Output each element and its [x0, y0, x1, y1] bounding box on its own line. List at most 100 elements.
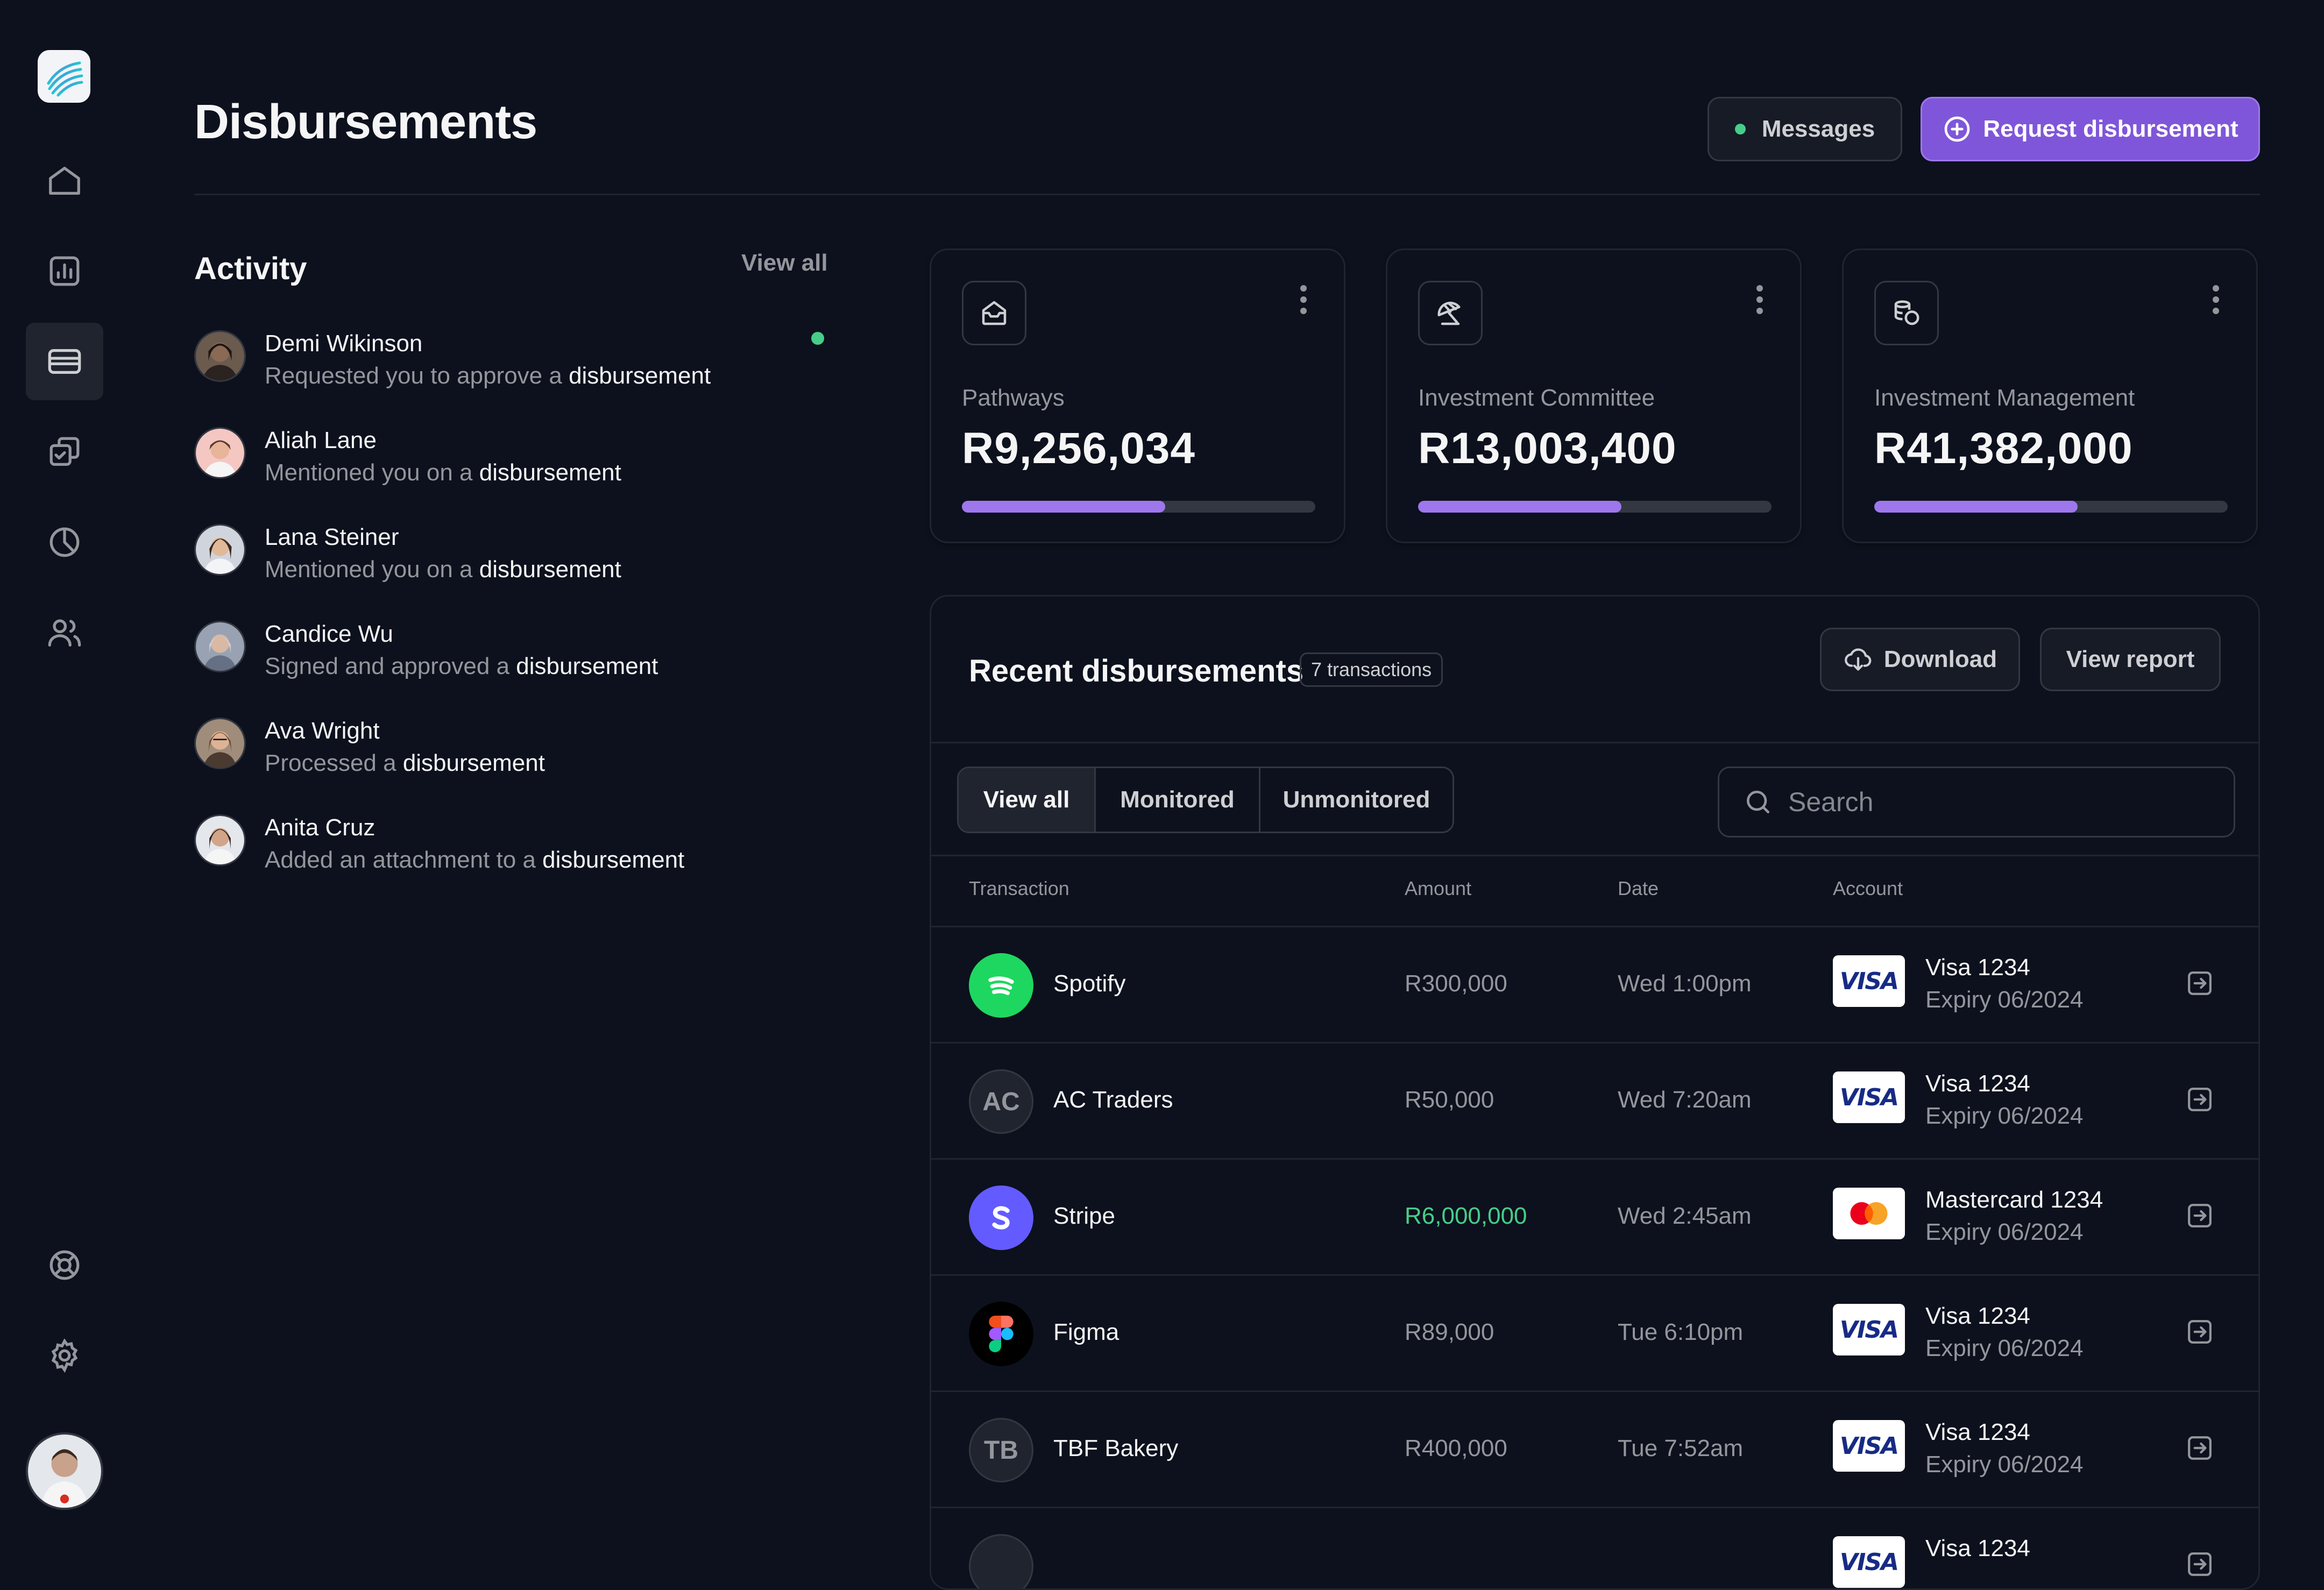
activity-view-all-link[interactable]: View all — [741, 250, 828, 276]
request-disbursement-button[interactable]: Request disbursement — [1921, 97, 2260, 161]
activity-object-link[interactable]: disbursement — [479, 556, 621, 583]
view-report-button[interactable]: View report — [2040, 628, 2221, 691]
activity-description: Added an attachment to a disbursement — [265, 847, 684, 874]
app-logo[interactable] — [38, 50, 90, 103]
account-expiry: Expiry 06/2024 — [1925, 986, 2084, 1013]
account-name: Visa 1234 — [1925, 1303, 2030, 1329]
open-arrow-icon[interactable] — [2185, 1201, 2215, 1231]
column-header-account[interactable]: Account — [1833, 877, 1903, 900]
activity-object-link[interactable]: disbursement — [403, 750, 545, 776]
filter-view-all[interactable]: View all — [959, 768, 1094, 832]
nav-users[interactable] — [26, 594, 103, 671]
activity-title: Activity — [194, 251, 307, 286]
sidebar — [0, 0, 129, 1557]
open-arrow-icon[interactable] — [2185, 1549, 2215, 1579]
metric-progress-fill — [1874, 501, 2078, 513]
table-row[interactable]: AC AC Traders R50,000 Wed 7:20am VISA Vi… — [931, 1042, 2258, 1158]
activity-item[interactable]: Lana Steiner Mentioned you on a disburse… — [194, 524, 829, 599]
gear-icon — [51, 1338, 78, 1373]
search-input[interactable] — [1787, 786, 2198, 818]
activity-item[interactable]: Aliah Lane Mentioned you on a disburseme… — [194, 427, 829, 502]
transaction-amount: R50,000 — [1405, 1087, 1494, 1113]
metric-label: Investment Management — [1874, 385, 2135, 411]
account-expiry: Expiry 06/2024 — [1925, 1219, 2084, 1245]
transaction-amount: R89,000 — [1405, 1319, 1494, 1345]
header-divider — [194, 194, 2260, 195]
transaction-name: TBF Bakery — [1053, 1435, 1179, 1461]
activity-object-link[interactable]: disbursement — [569, 363, 711, 389]
table-row[interactable]: Figma R89,000 Tue 6:10pm VISA Visa 1234 … — [931, 1274, 2258, 1390]
home-icon — [49, 167, 80, 195]
table-row[interactable]: VISA Visa 1234 — [931, 1507, 2258, 1588]
avatar — [194, 427, 246, 479]
transaction-name: Figma — [1053, 1319, 1120, 1345]
more-vertical-icon[interactable] — [1295, 283, 1312, 316]
nav-disbursements[interactable] — [26, 323, 103, 400]
activity-action-text: Mentioned you on a — [265, 556, 479, 583]
table-row[interactable]: Spotify R300,000 Wed 1:00pm VISA Visa 12… — [931, 926, 2258, 1042]
table-row[interactable]: Stripe R6,000,000 Wed 2:45am Mastercard … — [931, 1158, 2258, 1274]
logo-icon — [47, 61, 83, 97]
mastercard-icon — [1850, 1202, 1888, 1225]
filter-monitored[interactable]: Monitored — [1094, 768, 1259, 832]
visa-card-logo: VISA — [1833, 1536, 1905, 1588]
activity-action-text: Added an attachment to a — [265, 847, 543, 873]
users-icon — [48, 619, 81, 647]
nav-reports[interactable] — [26, 503, 103, 581]
nav-settings[interactable] — [26, 1317, 103, 1394]
user-avatar[interactable] — [26, 1432, 103, 1510]
activity-name: Lana Steiner — [265, 524, 399, 550]
nav-dashboard[interactable] — [26, 232, 103, 310]
more-vertical-icon[interactable] — [2208, 283, 2224, 316]
metric-card-investment-management[interactable]: Investment Management R41,382,000 — [1842, 249, 2258, 543]
nav-tasks[interactable] — [26, 413, 103, 491]
download-label: Download — [1883, 646, 1997, 672]
messages-button[interactable]: Messages — [1707, 97, 1902, 161]
activity-item[interactable]: Ava Wright Processed a disbursement — [194, 718, 829, 793]
card-brand-text: VISA — [1839, 1548, 1899, 1576]
metric-card-pathways[interactable]: Pathways R9,256,034 — [930, 249, 1345, 543]
more-vertical-icon[interactable] — [1752, 283, 1768, 316]
activity-item[interactable]: Anita Cruz Added an attachment to a disb… — [194, 814, 829, 890]
activity-object-link[interactable]: disbursement — [516, 653, 658, 679]
card-brand-text: VISA — [1839, 1316, 1899, 1344]
activity-object-link[interactable]: disbursement — [542, 847, 684, 873]
open-arrow-icon[interactable] — [2185, 1084, 2215, 1115]
column-header-transaction[interactable]: Transaction — [969, 877, 1069, 900]
activity-action-text: Requested you to approve a — [265, 363, 569, 389]
metric-progress-fill — [1418, 501, 1621, 513]
download-button[interactable]: Download — [1820, 628, 2020, 691]
column-header-date[interactable]: Date — [1618, 877, 1659, 900]
unread-indicator — [811, 332, 824, 345]
table-row[interactable]: TB TBF Bakery R400,000 Tue 7:52am VISA V… — [931, 1390, 2258, 1507]
nav-support[interactable] — [26, 1226, 103, 1304]
metric-label: Investment Committee — [1418, 385, 1655, 411]
activity-object-link[interactable]: disbursement — [479, 459, 621, 486]
activity-item[interactable]: Demi Wikinson Requested you to approve a… — [194, 330, 829, 406]
figma-icon — [989, 1316, 1014, 1352]
open-arrow-icon[interactable] — [2185, 1433, 2215, 1463]
open-arrow-icon[interactable] — [2185, 968, 2215, 998]
metric-value: R9,256,034 — [962, 424, 1196, 473]
bar-chart-icon — [49, 256, 80, 286]
activity-item[interactable]: Candice Wu Signed and approved a disburs… — [194, 621, 829, 696]
figma-logo — [969, 1302, 1033, 1366]
inbox-icon — [982, 301, 1007, 325]
filter-unmonitored[interactable]: Unmonitored — [1259, 768, 1452, 832]
account-name: Visa 1234 — [1925, 1535, 2030, 1561]
nav-home[interactable] — [26, 142, 103, 219]
section-divider — [931, 855, 2258, 856]
account-expiry: Expiry 06/2024 — [1925, 1451, 2084, 1478]
initials-avatar — [969, 1534, 1033, 1588]
request-disbursement-label: Request disbursement — [1983, 116, 2238, 142]
metric-card-investment-committee[interactable]: Investment Committee R13,003,400 — [1386, 249, 1802, 543]
column-header-amount[interactable]: Amount — [1405, 877, 1471, 900]
metric-value: R41,382,000 — [1874, 424, 2133, 473]
avatar — [194, 718, 246, 769]
activity-action-text: Processed a — [265, 750, 403, 776]
open-arrow-icon[interactable] — [2185, 1317, 2215, 1347]
avatar — [194, 621, 246, 672]
section-divider — [931, 742, 2258, 743]
initials-avatar: AC — [969, 1069, 1033, 1134]
visa-card-logo: VISA — [1833, 1420, 1905, 1472]
